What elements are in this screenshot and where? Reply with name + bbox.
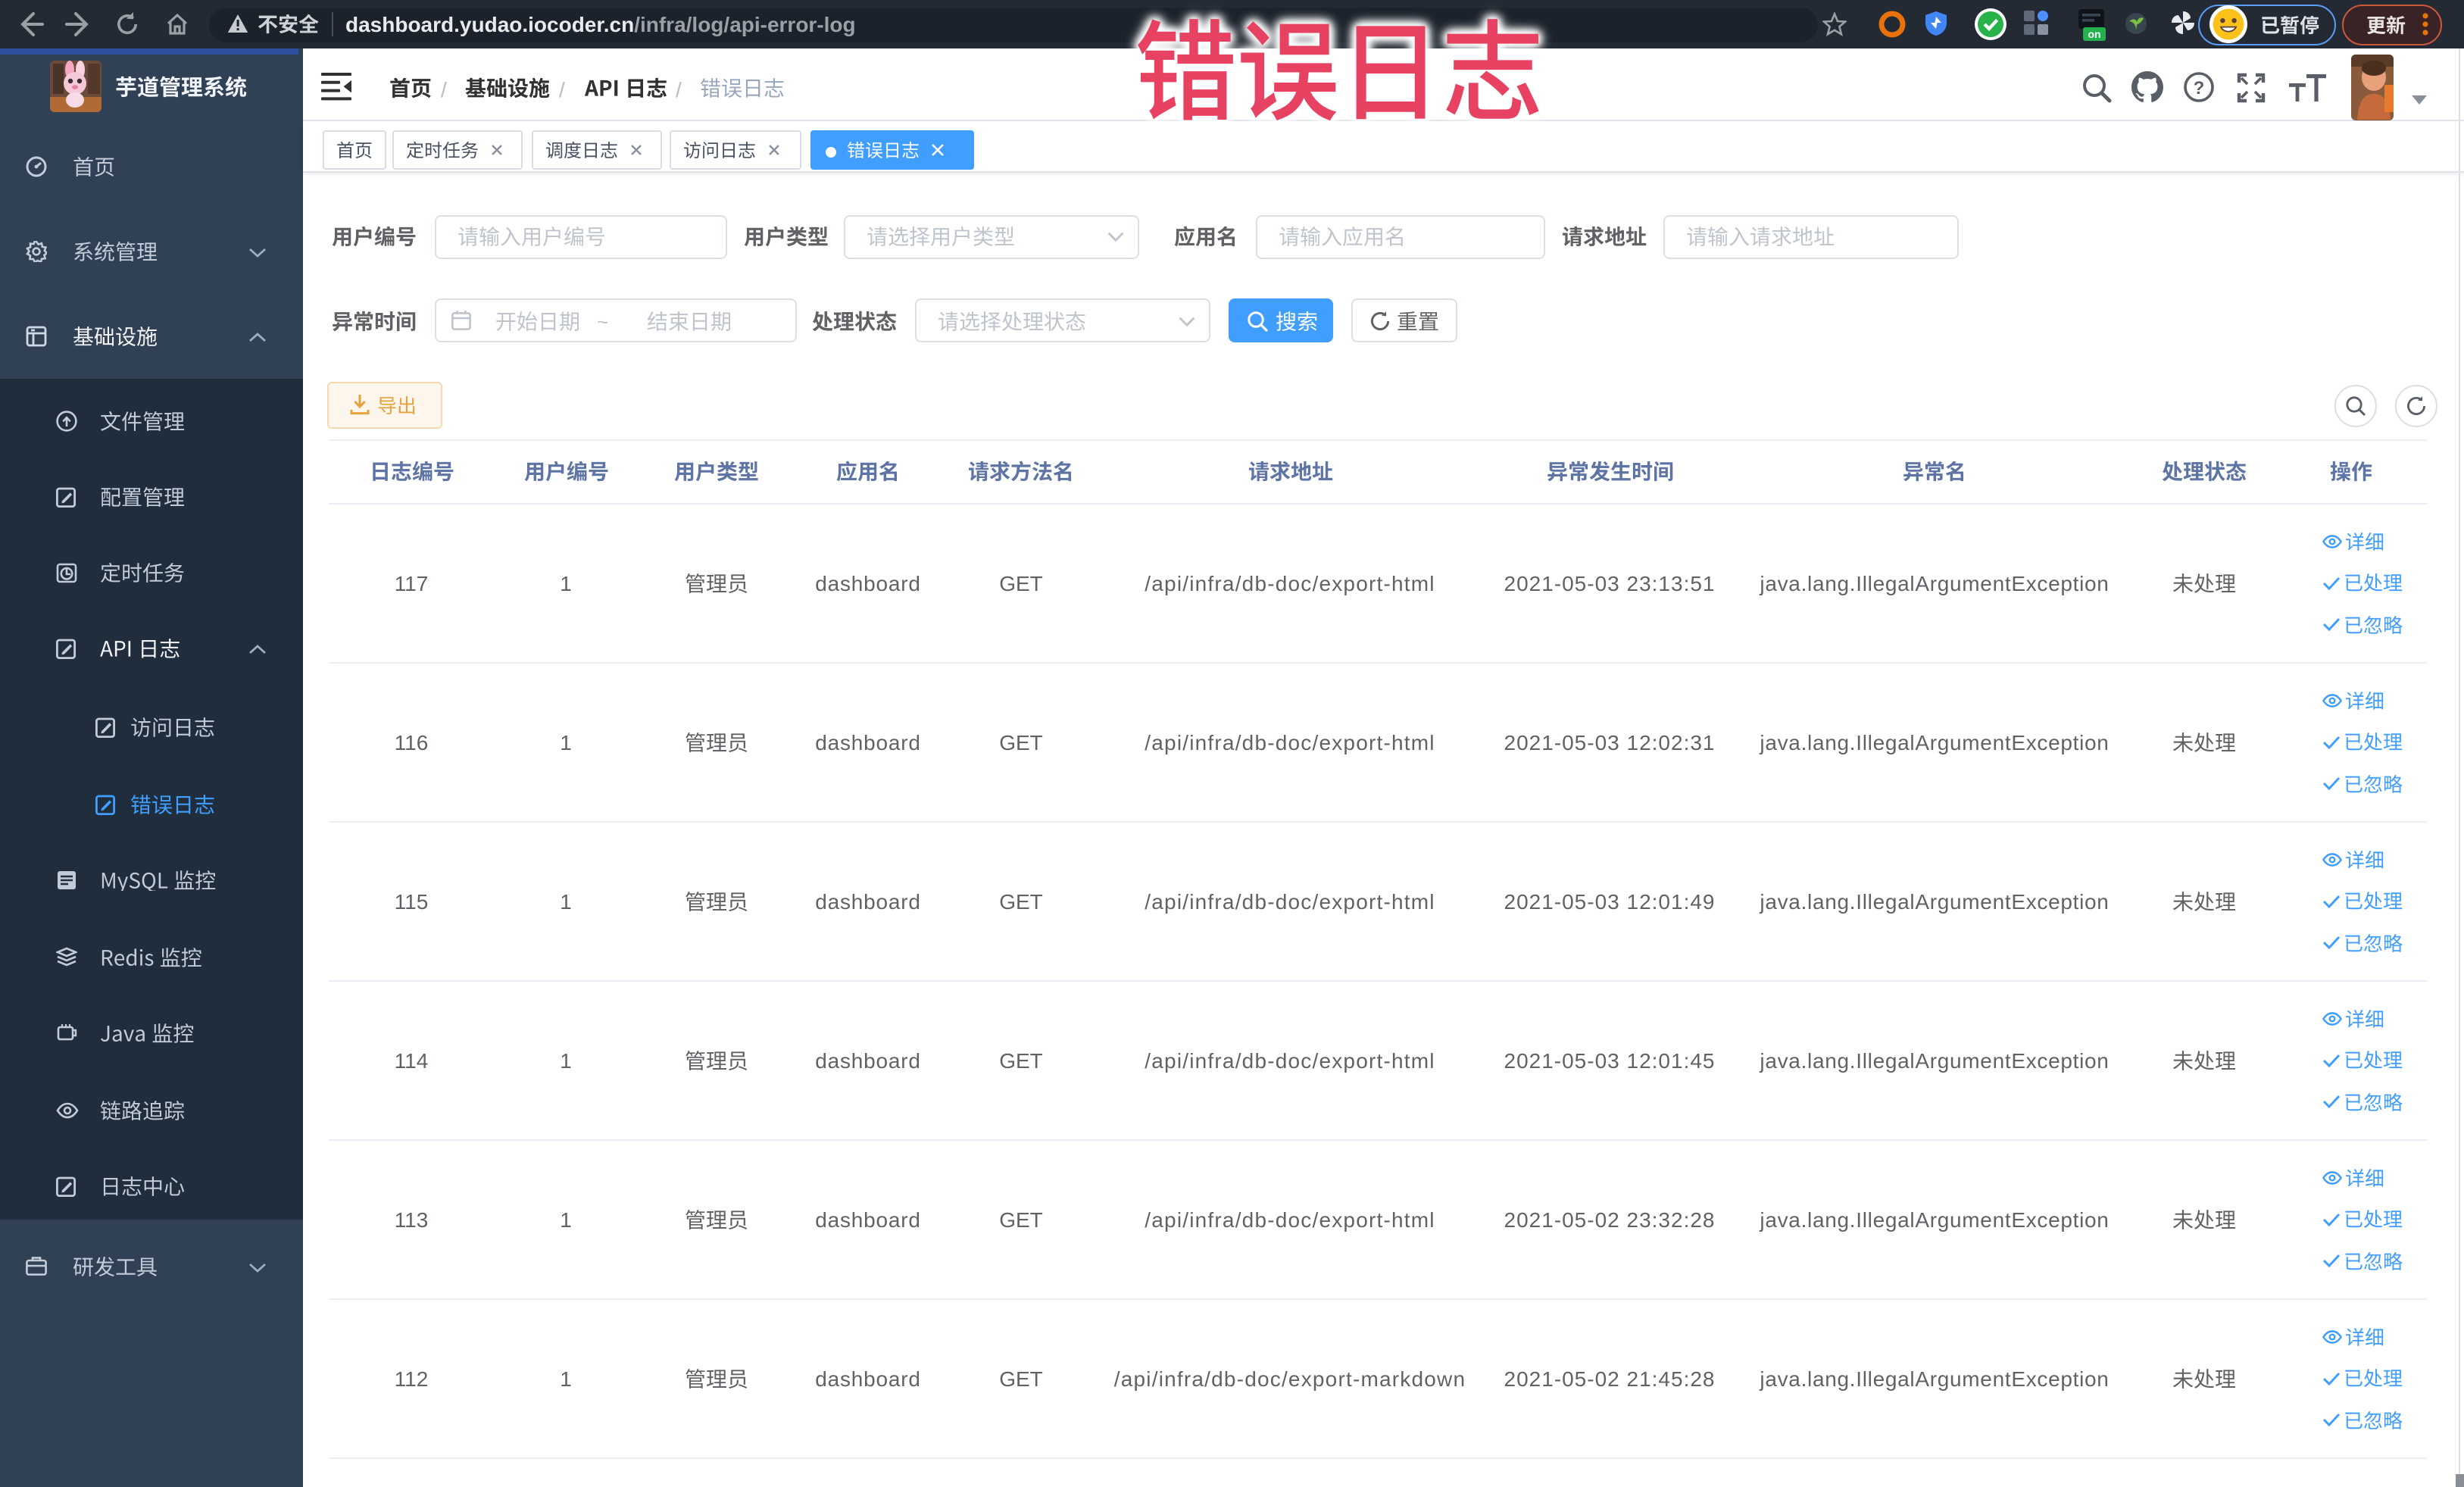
svg-text:on: on	[2088, 28, 2100, 40]
svg-text:?: ?	[2194, 78, 2205, 98]
